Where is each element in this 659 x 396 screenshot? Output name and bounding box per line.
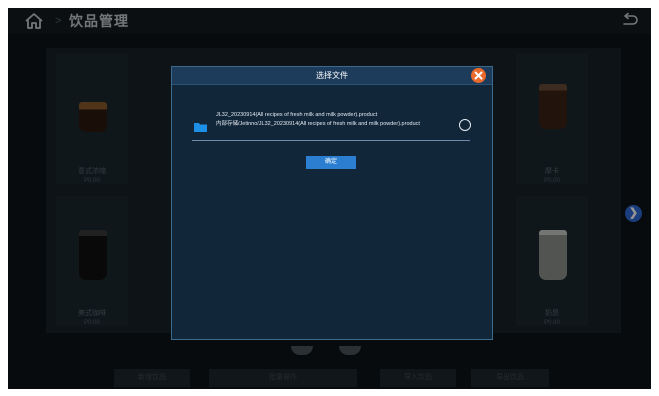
close-icon: [474, 71, 483, 80]
file-list-item[interactable]: JL32_20230914(All recipes of fresh milk …: [192, 112, 471, 141]
confirm-button[interactable]: 确定: [306, 156, 356, 169]
file-name: JL32_20230914(All recipes of fresh milk …: [216, 112, 378, 118]
dialog-header: 选择文件: [172, 67, 492, 85]
folder-icon: [194, 119, 207, 132]
radio-icon[interactable]: [459, 119, 471, 131]
file-path: 内部存储/Jetinno/JL32_20230914(All recipes o…: [216, 121, 420, 127]
close-button[interactable]: [471, 68, 486, 83]
app-screen: > 饮品管理 意式浓缩 P0.00 摩卡 P0.00 美式咖啡 P0.00 奶昂…: [8, 8, 651, 389]
dialog-title: 选择文件: [316, 71, 348, 80]
select-file-dialog: 选择文件 JL32_20230914(All recipes of fresh …: [171, 66, 493, 340]
